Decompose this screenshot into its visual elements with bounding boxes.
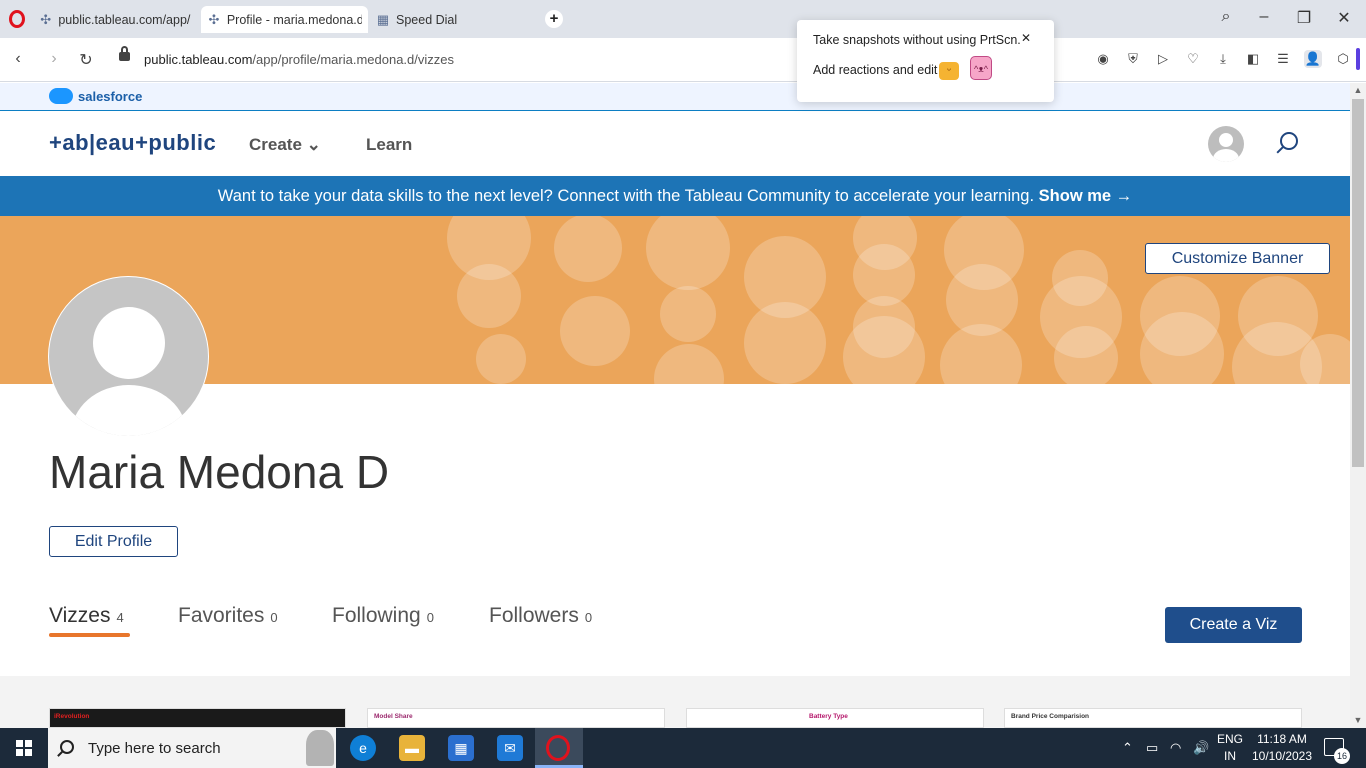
tab-label: public.tableau.com/app/p: [58, 12, 191, 27]
tab-tableau-public[interactable]: ✣ public.tableau.com/app/p: [33, 6, 197, 33]
windows-taskbar: Type here to search e ▬ ▦ ✉ ⌃ ▭ ◠ 🔊 ENG …: [0, 728, 1366, 768]
close-window-button[interactable]: ✕: [1332, 8, 1356, 28]
create-a-viz-button[interactable]: Create a Viz: [1165, 607, 1302, 643]
show-hidden-icons[interactable]: ⌃: [1122, 740, 1133, 756]
chevron-down-icon: ⌄: [306, 135, 321, 154]
reaction-emoji-icon: ᵕ: [939, 62, 959, 80]
promo-text: Want to take your data skills to the nex…: [217, 187, 1035, 205]
tab-followers[interactable]: Followers 0: [489, 604, 592, 628]
close-icon[interactable]: ✕: [1019, 31, 1033, 45]
extensions-icon[interactable]: ⬡: [1334, 50, 1352, 68]
page-scrollbar[interactable]: ▲ ▼: [1350, 83, 1366, 728]
browser-tab-strip: ✣ public.tableau.com/app/p ✣ Profile - m…: [0, 0, 1366, 38]
tab-following[interactable]: Following 0: [332, 604, 434, 628]
edge-icon[interactable]: e: [350, 735, 376, 761]
popup-line-2: Add reactions and edit: [813, 63, 938, 77]
heart-icon[interactable]: ♡: [1184, 50, 1202, 68]
edit-profile-button[interactable]: Edit Profile: [49, 526, 178, 557]
lock-icon: [119, 46, 130, 61]
scrollbar-thumb[interactable]: [1352, 99, 1364, 467]
search-placeholder: Type here to search: [88, 740, 221, 757]
tab-label: Profile - maria.medona.d: [226, 12, 362, 27]
cat-sticker-icon: ^ᴥ^: [970, 56, 992, 80]
tab-count: 0: [584, 610, 593, 625]
back-button[interactable]: ‹: [8, 50, 28, 68]
forward-button[interactable]: ›: [44, 50, 64, 68]
tableau-favicon-icon: ✣: [40, 11, 52, 27]
show-me-link[interactable]: Show me →: [1039, 187, 1133, 205]
battery-saver-icon[interactable]: ◧: [1244, 50, 1262, 68]
snapshot-tip-popup: Take snapshots without using PrtScn. ✕ A…: [797, 20, 1054, 102]
maximize-button[interactable]: ❐: [1292, 8, 1316, 28]
nav-learn[interactable]: Learn: [366, 135, 412, 155]
opera-menu-icon[interactable]: [9, 10, 25, 28]
search-icon[interactable]: [1280, 132, 1298, 150]
file-explorer-icon[interactable]: ▬: [399, 735, 425, 761]
tab-count: 0: [270, 610, 278, 625]
viz-thumbnail[interactable]: Model Share: [367, 708, 665, 728]
mail-icon[interactable]: ✉: [497, 735, 523, 761]
reload-button[interactable]: ↻: [76, 50, 96, 70]
tab-vizzes[interactable]: Vizzes 4: [49, 604, 124, 628]
easy-setup-icon[interactable]: ☰: [1274, 50, 1292, 68]
shield-icon[interactable]: ⛨: [1124, 50, 1142, 68]
tab-label: Following: [332, 604, 421, 627]
windows-start-icon[interactable]: [16, 740, 32, 756]
tab-speed-dial[interactable]: ▦ Speed Dial: [370, 6, 510, 33]
tab-count: 0: [426, 610, 434, 625]
tableau-favicon-icon: ✣: [208, 11, 220, 27]
speed-dial-icon: ▦: [376, 11, 390, 27]
site-header: +ab|eau+public Create ⌄ Learn: [0, 112, 1350, 176]
tab-profile[interactable]: ✣ Profile - maria.medona.d: [201, 6, 368, 33]
sidebar-indicator: [1356, 48, 1360, 70]
battery-icon[interactable]: ▭: [1146, 740, 1158, 756]
customize-banner-button[interactable]: Customize Banner: [1145, 243, 1330, 274]
profile-avatar[interactable]: [48, 276, 209, 437]
minimize-button[interactable]: –: [1252, 8, 1276, 26]
salesforce-cloud-icon: [49, 88, 73, 104]
play-icon[interactable]: ▷: [1154, 50, 1172, 68]
opera-icon[interactable]: [546, 735, 570, 761]
new-tab-button[interactable]: +: [545, 10, 563, 28]
tab-favorites[interactable]: Favorites 0: [178, 604, 278, 628]
search-icon: [60, 740, 74, 754]
taskbar-search-box[interactable]: Type here to search: [48, 728, 336, 768]
address-bar: ‹ › ↻ public.tableau.com/app/profile/mar…: [0, 38, 1366, 82]
profile-icon[interactable]: 👤: [1304, 50, 1322, 68]
scroll-up-icon[interactable]: ▲: [1350, 85, 1366, 95]
viz-thumbnail[interactable]: iRevolution: [49, 708, 346, 728]
search-highlight-icon: [306, 730, 334, 766]
tab-label: Vizzes: [49, 604, 111, 627]
tab-count: 4: [116, 610, 124, 625]
salesforce-logo-text[interactable]: salesforce: [78, 89, 142, 104]
nav-create[interactable]: Create ⌄: [249, 135, 321, 155]
popup-line-1: Take snapshots without using PrtScn.: [813, 33, 1021, 47]
tab-label: Followers: [489, 604, 579, 627]
user-avatar[interactable]: [1208, 126, 1244, 162]
clock[interactable]: 11:18 AM 10/10/2023: [1250, 732, 1314, 763]
microsoft-store-icon[interactable]: ▦: [448, 735, 474, 761]
viz-thumbnail[interactable]: Brand Price Comparision: [1004, 708, 1302, 728]
tab-label: Favorites: [178, 604, 265, 627]
url-field[interactable]: public.tableau.com/app/profile/maria.med…: [144, 52, 454, 67]
wifi-icon[interactable]: ◠: [1170, 740, 1181, 756]
scroll-down-icon[interactable]: ▼: [1350, 715, 1366, 725]
camera-icon[interactable]: ◉: [1094, 50, 1112, 68]
viz-thumbnail[interactable]: Battery Type: [686, 708, 984, 728]
promo-banner: Want to take your data skills to the nex…: [0, 176, 1350, 216]
tab-label: Speed Dial: [396, 12, 458, 27]
active-tab-indicator: [49, 633, 130, 637]
browser-extension-toolbar: ◉ ⛨ ▷ ♡ ⤓ ◧ ☰ 👤 ⬡: [1094, 50, 1352, 68]
profile-name: Maria Medona D: [49, 446, 390, 498]
tab-search-icon[interactable]: ⌕: [1214, 8, 1238, 26]
salesforce-bar: salesforce: [0, 83, 1350, 111]
tableau-public-logo[interactable]: +ab|eau+public: [49, 130, 216, 156]
language-indicator[interactable]: ENG IN: [1212, 732, 1248, 763]
notification-count-badge: 16: [1334, 748, 1350, 764]
download-icon[interactable]: ⤓: [1214, 50, 1232, 68]
volume-icon[interactable]: 🔊: [1193, 740, 1209, 756]
